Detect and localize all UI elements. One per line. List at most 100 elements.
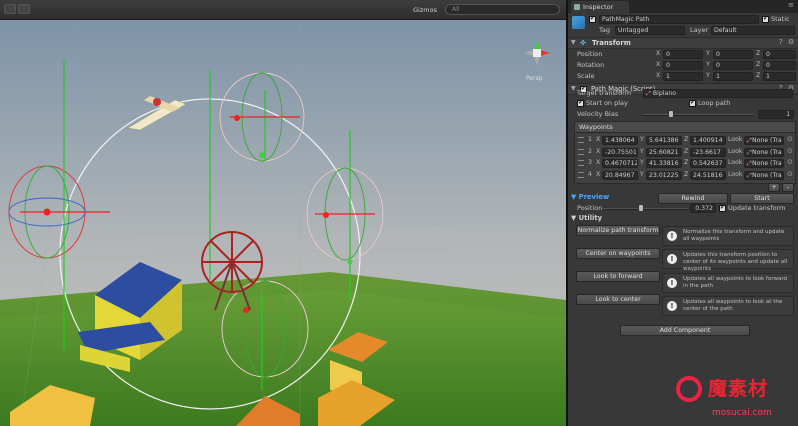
waypoint-x[interactable]: -20.75501 — [602, 147, 638, 157]
utility-section[interactable]: ▼ Utility — [571, 214, 602, 222]
look-target-field[interactable]: ⤢None (Tra — [744, 170, 784, 180]
center-on-waypoints-button[interactable]: Center on waypoints — [576, 248, 660, 259]
update-transform-checkbox[interactable] — [719, 203, 726, 212]
transform-icon: ✜ — [580, 39, 586, 47]
help-icon[interactable]: ? — [779, 38, 783, 46]
layer-dropdown[interactable]: Default — [711, 26, 795, 35]
velocity-bias-label: Velocity Bias — [577, 110, 619, 118]
position-label: Position — [577, 204, 603, 212]
normalize-path-transform-button[interactable]: Normalize path transform — [576, 225, 660, 236]
gear-icon[interactable]: ⚙ — [788, 38, 794, 46]
drag-handle-icon[interactable] — [578, 137, 584, 143]
waypoint-index: 2 — [588, 147, 592, 155]
preview-position-knob[interactable] — [638, 204, 644, 212]
persp-label[interactable]: Persp — [526, 75, 543, 82]
gizmos-menu[interactable]: Gizmos — [413, 6, 437, 14]
look-label: Look — [728, 159, 743, 166]
scale-y[interactable]: 1 — [713, 72, 753, 81]
object-picker-icon[interactable]: ⊙ — [787, 158, 793, 166]
scene-viewport[interactable] — [0, 20, 566, 426]
preview-section[interactable]: ▼ Preview — [571, 193, 609, 201]
loop-path-label: Loop path — [698, 99, 731, 107]
position-y[interactable]: 0 — [713, 50, 753, 59]
scene-view[interactable]: Gizmos All Persp — [0, 0, 566, 426]
rewind-button[interactable]: Rewind — [658, 193, 728, 204]
preview-title: Preview — [578, 193, 610, 201]
waypoint-z[interactable]: 24.51816 — [690, 170, 726, 180]
waypoint-x[interactable]: 1.438064 — [602, 136, 638, 145]
look-to-forward-button[interactable]: Look to forward — [576, 271, 660, 282]
object-picker-icon[interactable]: ⊙ — [787, 170, 793, 178]
start-button[interactable]: Start — [730, 193, 794, 204]
scene-search-input[interactable]: All — [445, 4, 560, 15]
position-x[interactable]: 0 — [663, 50, 703, 59]
static-checkbox[interactable] — [762, 14, 769, 23]
waypoint-y[interactable]: 23.01225 — [646, 170, 682, 180]
position-label: Position — [577, 50, 603, 58]
add-waypoint-button[interactable]: + — [768, 183, 780, 192]
waypoint-row[interactable]: 2 X -20.75501 Y 25.60821 Z -23.6617 Look ⤢None (… — [574, 147, 796, 158]
drag-handle-icon[interactable] — [578, 160, 584, 166]
gameobject-active-checkbox[interactable] — [589, 14, 596, 23]
velocity-bias-slider-knob[interactable] — [667, 110, 674, 118]
rotation-z[interactable]: 0 — [763, 61, 796, 70]
waypoint-x[interactable]: 0.4670712 — [602, 159, 638, 168]
waypoint-z[interactable]: 0.542637 — [690, 159, 726, 168]
waypoint-y[interactable]: 41.33816 — [646, 159, 682, 168]
panel-menu-icon[interactable]: ≡ — [788, 1, 794, 9]
info-box-normalize: ! Normalize this transform and update all… — [662, 226, 794, 246]
drag-handle-icon[interactable] — [578, 171, 584, 178]
rotation-y[interactable]: 0 — [713, 61, 753, 70]
hand-tool-icon[interactable] — [4, 4, 16, 14]
add-component-button[interactable]: Add Component — [620, 325, 750, 336]
waypoint-x[interactable]: 20.84967 — [602, 170, 638, 180]
info-box-center: ! Updates this transform position to cent… — [662, 249, 794, 272]
rotation-x[interactable]: 0 — [663, 61, 703, 70]
waypoint-row[interactable]: 1 X 1.438064 Y 5.641386 Z 1.400914 Look ⤢None (T… — [574, 135, 796, 146]
waypoint-y[interactable]: 25.60821 — [646, 147, 682, 157]
waypoint-z[interactable]: 1.400914 — [690, 136, 726, 145]
gameobject-icon — [572, 16, 585, 29]
object-picker-icon[interactable]: ⊙ — [787, 147, 793, 155]
foldout-arrow-icon[interactable]: ▼ — [571, 85, 576, 92]
drag-handle-icon[interactable] — [578, 148, 584, 155]
look-target-value: None (Tra — [751, 160, 782, 167]
look-label: Look — [728, 170, 743, 178]
info-box-forward: ! Updates all waypoints to look forward i… — [662, 273, 794, 293]
tab-inspector[interactable]: Inspector — [571, 1, 630, 13]
foldout-arrow-icon[interactable]: ▼ — [571, 39, 576, 46]
object-picker-icon[interactable]: ⊙ — [787, 135, 793, 143]
target-transform-label: Target transform — [577, 89, 632, 97]
inspector-tabbar: Inspector ≡ — [568, 0, 798, 13]
loop-path-checkbox[interactable] — [689, 98, 696, 107]
look-target-field[interactable]: ⤢None (Tra — [744, 159, 784, 168]
waypoint-y[interactable]: 5.641386 — [646, 136, 682, 145]
info-box-look-center: ! Updates all waypoints to look at the ce… — [662, 296, 794, 316]
move-tool-icon[interactable] — [18, 4, 30, 14]
waypoint-z[interactable]: -23.6617 — [690, 147, 726, 157]
target-transform-field[interactable]: ⤢ Biplano — [643, 89, 793, 98]
remove-waypoint-button[interactable]: - — [782, 183, 794, 192]
waypoint-row[interactable]: 3 X 0.4670712 Y 41.33816 Z 0.542637 Look ⤢None (… — [574, 158, 796, 169]
transform-header[interactable]: ▼ ✜ Transform ? ⚙ — [568, 37, 798, 49]
waypoints-header: Waypoints — [574, 121, 796, 133]
look-target-field[interactable]: ⤢None (Tra — [744, 136, 784, 145]
update-transform-label: Update transform — [728, 204, 786, 212]
velocity-bias-slider[interactable] — [643, 114, 753, 116]
scale-x[interactable]: 1 — [663, 72, 703, 81]
preview-position-slider[interactable] — [603, 208, 688, 210]
watermark-logo-icon — [676, 376, 702, 402]
tag-dropdown[interactable]: Untagged — [615, 26, 685, 35]
gameobject-name-field[interactable]: PathMagic Path — [599, 15, 759, 24]
scale-z[interactable]: 1 — [763, 72, 796, 81]
start-on-play-checkbox[interactable] — [577, 98, 584, 107]
preview-position-field[interactable]: 0.372 — [690, 204, 716, 213]
info-icon: ! — [667, 301, 677, 311]
utility-title: Utility — [578, 214, 603, 222]
waypoint-row[interactable]: 4 X 20.84967 Y 23.01225 Z 24.51816 Look ⤢None (T… — [574, 170, 796, 181]
transform-title: Transform — [592, 39, 631, 47]
look-target-field[interactable]: ⤢None (Tra — [744, 147, 784, 157]
look-to-center-button[interactable]: Look to center — [576, 294, 660, 305]
velocity-bias-field[interactable]: 1 — [758, 110, 794, 119]
position-z[interactable]: 0 — [763, 50, 796, 59]
